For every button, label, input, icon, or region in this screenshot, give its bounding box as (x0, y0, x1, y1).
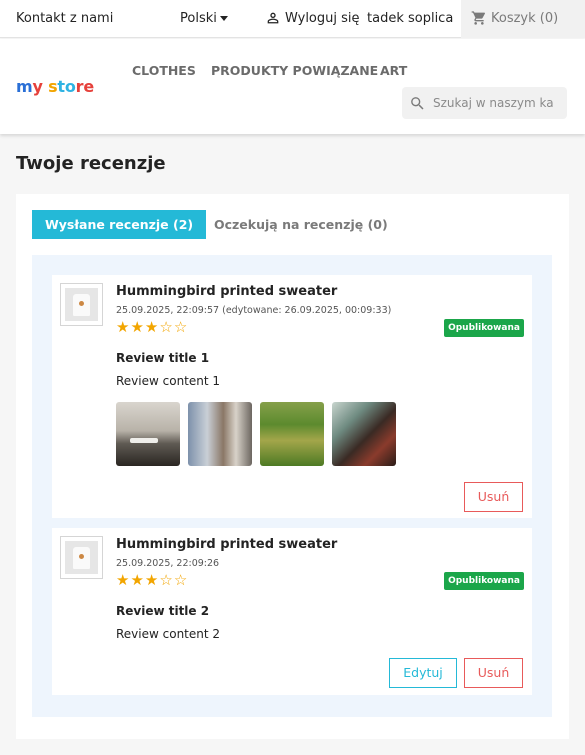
review-photo-cafe[interactable] (116, 402, 180, 466)
account-link[interactable]: tadek soplica (367, 0, 453, 38)
tab-pending-reviews[interactable]: Oczekują na recenzję (0) (201, 210, 401, 239)
tab-sent-reviews[interactable]: Wysłane recenzje (2) (32, 210, 207, 239)
logout-label: Wyloguj się (285, 11, 360, 26)
review-photo-chair[interactable] (332, 402, 396, 466)
site-header: my store CLOTHES PRODUKTY POWIĄZANE ART (0, 39, 585, 134)
star-icon: ★ (116, 318, 131, 336)
review-date: 25.09.2025, 22:09:26 (116, 558, 220, 569)
star-icon: ★ (144, 318, 160, 336)
review-item: Hummingbird printed sweater 25.09.2025, … (52, 528, 532, 695)
store-logo[interactable]: my store (16, 77, 94, 96)
star-outline-icon: ☆ (173, 318, 189, 336)
menu-item-clothes[interactable]: CLOTHES (132, 63, 196, 78)
review-title: Review title 2 (116, 604, 210, 618)
star-icon: ★ (144, 571, 160, 589)
cart-icon (471, 11, 486, 25)
chevron-down-icon (219, 16, 228, 21)
language-selector[interactable]: Polski (180, 0, 228, 38)
search-box (402, 87, 567, 119)
top-nav: Kontakt z nami Polski Wyloguj się tadek … (0, 0, 585, 38)
review-photo-vineyard[interactable] (260, 402, 324, 466)
rating-stars: ★★★☆☆ (116, 571, 188, 589)
status-badge: Opublikowana (444, 319, 524, 337)
user-icon (267, 12, 279, 24)
review-date: 25.09.2025, 22:09:57 (edytowane: 26.09.2… (116, 305, 392, 316)
search-icon[interactable] (409, 95, 426, 112)
edit-review-button[interactable]: Edytuj (389, 658, 457, 688)
sweater-image (65, 541, 98, 574)
contact-link[interactable]: Kontakt z nami (16, 0, 113, 38)
review-content: Review content 2 (116, 627, 221, 641)
cart-label: Koszyk (0) (491, 11, 559, 26)
product-thumbnail[interactable] (60, 536, 103, 579)
star-outline-icon: ☆ (159, 318, 174, 336)
menu-item-art[interactable]: ART (380, 63, 407, 78)
review-product-name[interactable]: Hummingbird printed sweater (116, 537, 337, 552)
review-photo-street[interactable] (188, 402, 252, 466)
product-thumbnail[interactable] (60, 283, 103, 326)
reviews-card: Wysłane recenzje (2) Oczekują na recenzj… (16, 194, 569, 739)
rating-stars: ★★★☆☆ (116, 318, 188, 336)
review-title: Review title 1 (116, 351, 210, 365)
review-product-name[interactable]: Hummingbird printed sweater (116, 284, 337, 299)
delete-review-button[interactable]: Usuń (464, 658, 523, 688)
menu-item-related-products[interactable]: PRODUKTY POWIĄZANE (211, 63, 378, 78)
review-content: Review content 1 (116, 374, 221, 388)
search-input[interactable] (433, 87, 563, 119)
delete-review-button[interactable]: Usuń (464, 482, 523, 512)
page-title: Twoje recenzje (16, 153, 166, 174)
star-icon: ★ (130, 318, 145, 336)
star-outline-icon: ☆ (173, 571, 189, 589)
star-icon: ★ (116, 571, 131, 589)
reviews-panel: Hummingbird printed sweater 25.09.2025, … (32, 255, 552, 717)
logout-link[interactable]: Wyloguj się (265, 0, 360, 38)
sweater-image (65, 288, 98, 321)
star-outline-icon: ☆ (159, 571, 174, 589)
language-label: Polski (180, 11, 217, 26)
status-badge: Opublikowana (444, 572, 524, 590)
cart-link[interactable]: Koszyk (0) (461, 0, 585, 38)
review-item: Hummingbird printed sweater 25.09.2025, … (52, 275, 532, 518)
star-icon: ★ (130, 571, 145, 589)
